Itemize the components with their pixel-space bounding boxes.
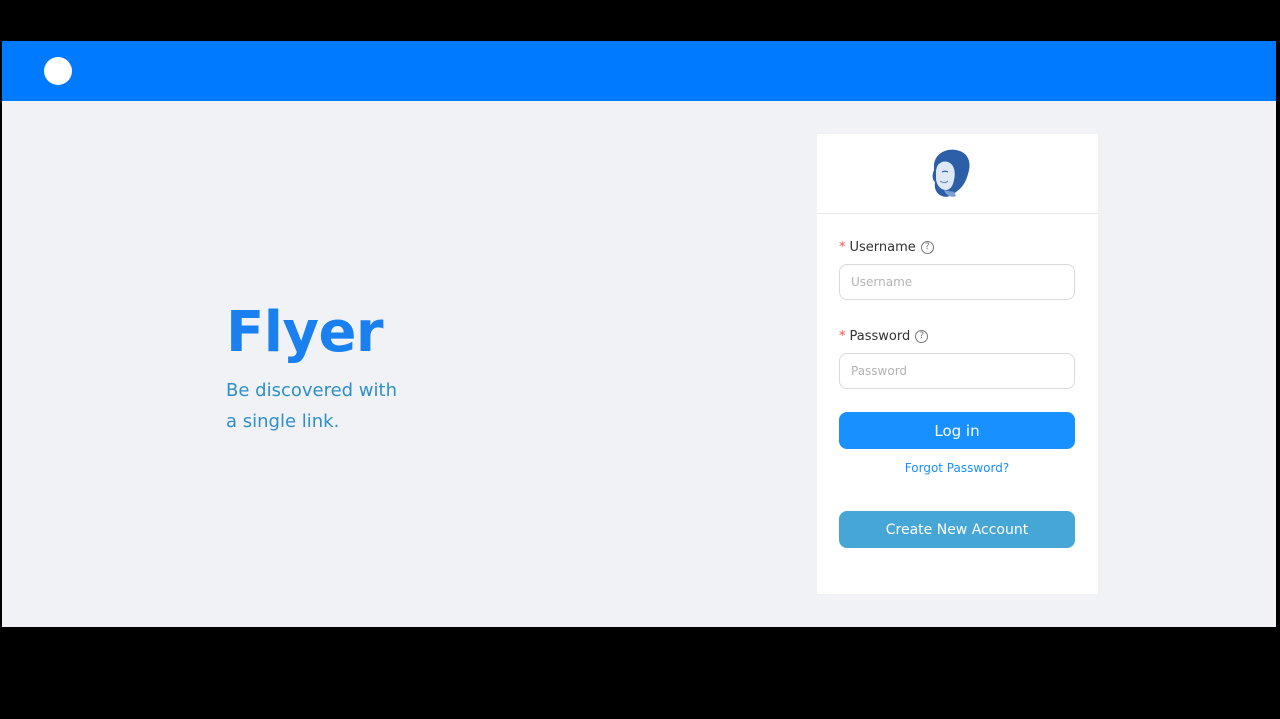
brand-title: Flyer	[226, 300, 384, 365]
login-form: * Username ? * Password ? Log in Forgot …	[817, 238, 1098, 548]
top-bar	[2, 41, 1276, 101]
login-card: * Username ? * Password ? Log in Forgot …	[817, 134, 1098, 594]
required-mark: *	[839, 328, 846, 344]
username-label-text: Username	[849, 239, 916, 255]
password-input[interactable]	[839, 353, 1075, 389]
password-label: * Password ?	[839, 327, 1076, 345]
circle-logo-icon[interactable]	[44, 57, 72, 85]
app-window: Flyer Be discovered with a single link. …	[2, 41, 1276, 627]
login-button[interactable]: Log in	[839, 412, 1075, 449]
create-account-button[interactable]: Create New Account	[839, 511, 1075, 548]
tagline-line-2: a single link.	[226, 411, 340, 432]
tagline-line-1: Be discovered with	[226, 380, 397, 401]
username-input[interactable]	[839, 264, 1075, 300]
username-label: * Username ?	[839, 238, 1076, 256]
tagline: Be discovered with a single link.	[226, 375, 397, 437]
card-header	[817, 134, 1098, 214]
password-label-text: Password	[849, 328, 911, 344]
forgot-password-link[interactable]: Forgot Password?	[839, 461, 1075, 475]
required-mark: *	[839, 239, 846, 255]
user-avatar-icon	[932, 149, 969, 197]
question-circle-icon[interactable]: ?	[920, 240, 934, 254]
question-circle-icon[interactable]: ?	[915, 329, 929, 343]
hero-section: Flyer Be discovered with a single link.	[226, 297, 397, 437]
